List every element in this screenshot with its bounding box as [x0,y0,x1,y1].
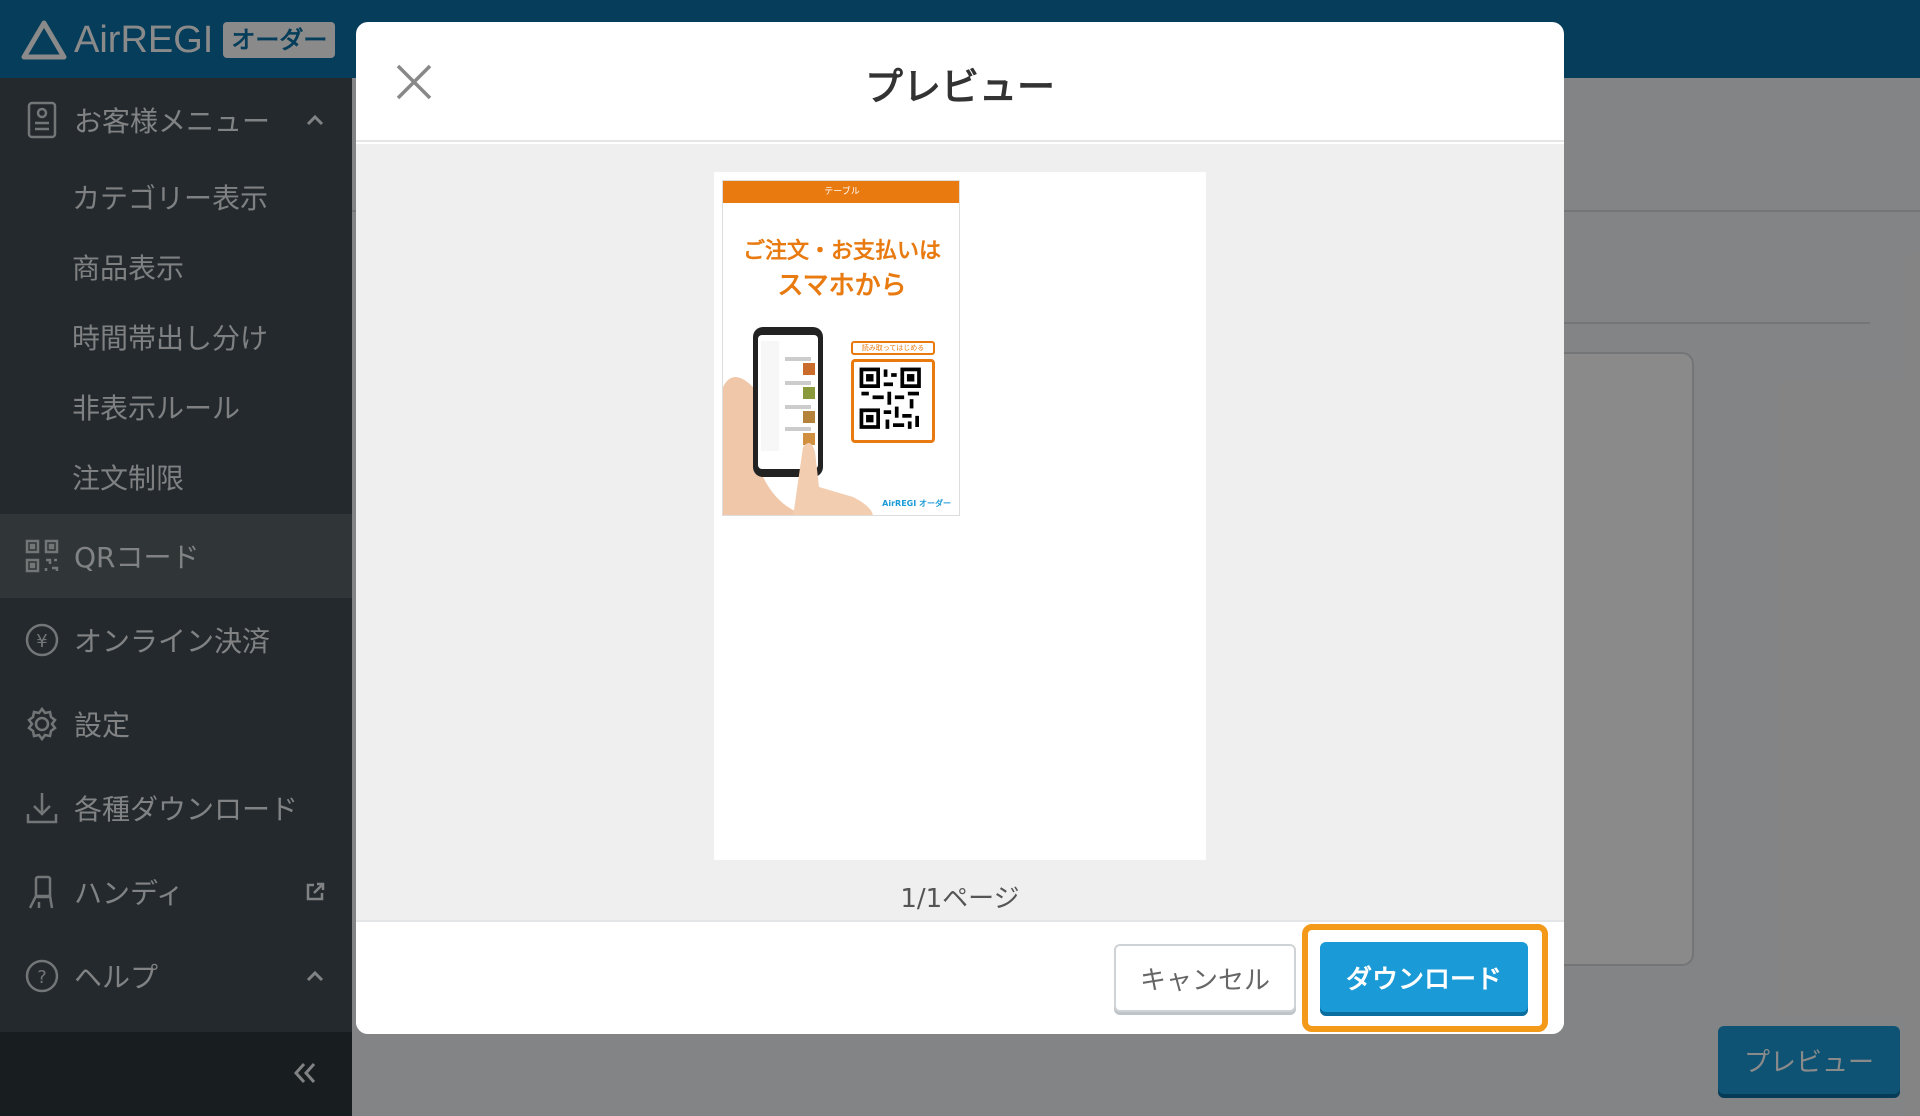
download-button[interactable]: ダウンロード [1320,942,1528,1012]
qr-scan-label: 読み取ってはじめる [851,341,935,355]
page-indicator: 1/1ページ [900,884,1020,914]
poster-table-label: テーブル [723,181,959,203]
poster-headline: スマホから [777,271,907,301]
pdf-preview-page: テーブル ご注文・お支払いは スマホから 読み取ってはじめる AirREGI オ… [714,172,1206,860]
modal-header: プレビュー [356,22,1564,142]
poster-footer-logo: AirREGI オーダー [882,499,951,508]
preview-modal: プレビュー テーブル ご注文・お支払いは スマホから 読み取ってはじめる Air… [356,22,1564,1034]
cancel-button[interactable]: キャンセル [1114,944,1296,1012]
qr-code-icon [851,359,935,443]
qr-poster-thumbnail: テーブル ご注文・お支払いは スマホから 読み取ってはじめる AirREGI オ… [722,180,960,516]
modal-title: プレビュー [864,65,1055,109]
modal-footer: キャンセル ダウンロード [356,920,1564,1034]
modal-body: テーブル ご注文・お支払いは スマホから 読み取ってはじめる AirREGI オ… [356,144,1564,920]
poster-headline: ご注文・お支払いは [742,239,941,264]
